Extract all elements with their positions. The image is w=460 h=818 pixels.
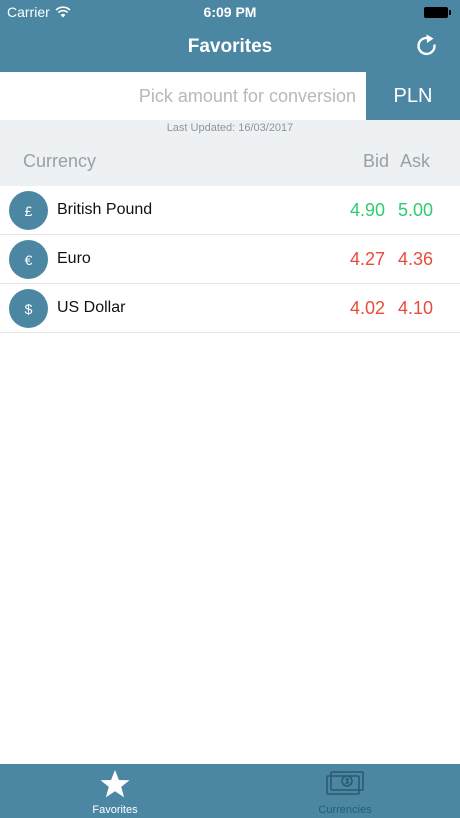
currency-name: British Pound: [57, 201, 153, 218]
star-icon: [100, 770, 130, 798]
banknote-icon: [326, 771, 364, 795]
currency-name: Euro: [57, 250, 91, 267]
base-currency-button[interactable]: PLN: [366, 72, 460, 120]
amount-input[interactable]: [0, 72, 366, 120]
refresh-button[interactable]: [414, 33, 440, 59]
tab-currencies[interactable]: Currencies: [230, 764, 460, 818]
favorites-list: £ British Pound 4.90 5.00 € Euro 4.27 4.…: [0, 186, 460, 333]
bid-value: 4.02: [349, 298, 385, 318]
status-bar: Carrier 6:09 PM: [0, 0, 460, 24]
tab-favorites-label: Favorites: [92, 804, 138, 816]
table-row[interactable]: € Euro 4.27 4.36: [0, 235, 460, 284]
currency-symbol-badge: £: [9, 191, 48, 230]
battery-icon: [424, 6, 452, 18]
header-currency: Currency: [23, 151, 97, 171]
bid-value: 4.27: [349, 249, 385, 269]
status-time: 6:09 PM: [203, 4, 257, 20]
currency-symbol-badge: €: [9, 240, 48, 279]
table-row[interactable]: $ US Dollar 4.02 4.10: [0, 284, 460, 333]
page-title: Favorites: [187, 36, 273, 57]
navigation-bar: Carrier 6:09 PM Favorites: [0, 0, 460, 72]
ask-value: 5.00: [397, 200, 433, 220]
tab-currencies-label: Currencies: [318, 804, 372, 816]
ask-value: 4.36: [397, 249, 433, 269]
last-updated-text: Last Updated: 16/03/2017: [0, 120, 460, 136]
table-header: Currency Bid Ask: [0, 136, 460, 186]
currency-name: US Dollar: [57, 299, 126, 316]
tab-favorites[interactable]: Favorites: [0, 764, 230, 818]
conversion-bar: PLN: [0, 72, 460, 120]
bid-value: 4.90: [349, 200, 385, 220]
header-bid: Bid: [363, 151, 390, 171]
header-ask: Ask: [400, 151, 431, 171]
refresh-icon: [417, 34, 436, 56]
currency-symbol-badge: $: [9, 289, 48, 328]
table-row[interactable]: £ British Pound 4.90 5.00: [0, 186, 460, 235]
ask-value: 4.10: [397, 298, 433, 318]
tab-bar: Favorites Currencies: [0, 764, 460, 818]
